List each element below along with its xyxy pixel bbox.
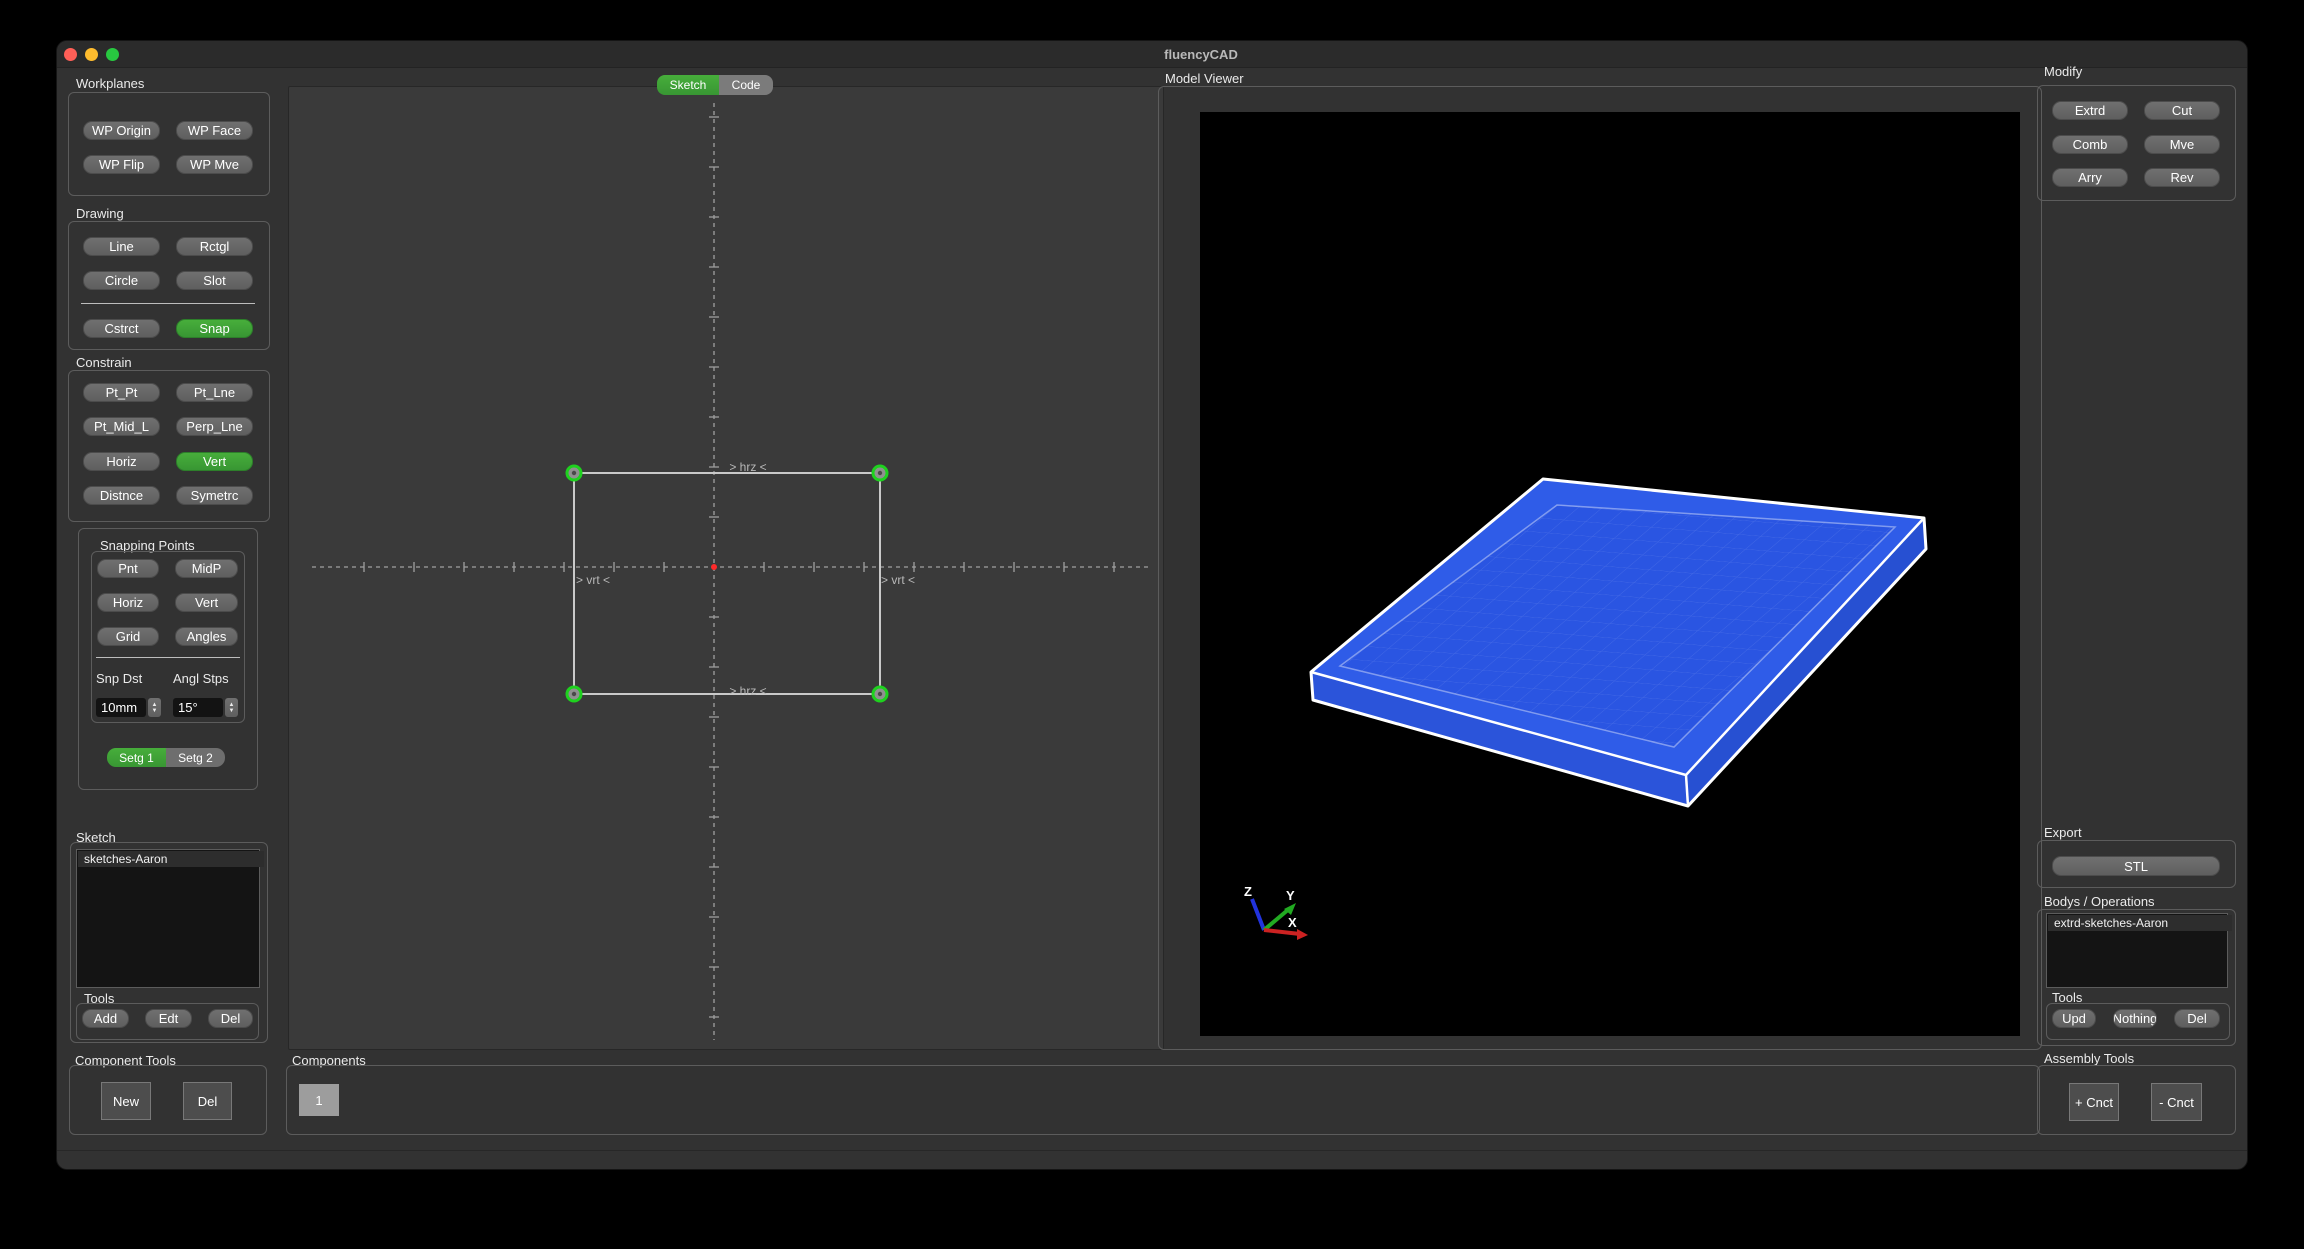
component-tools-group — [69, 1065, 267, 1135]
components-group — [286, 1065, 2040, 1135]
wp-face-button[interactable]: WP Face — [176, 121, 253, 140]
vrt-constraint-label-right: > vrt < — [868, 573, 928, 587]
bottom-divider — [57, 1150, 2247, 1151]
y-axis-label: Y — [1286, 888, 1295, 903]
drawing-label: Drawing — [76, 206, 124, 221]
close-icon[interactable] — [64, 48, 77, 61]
sketch-del-button[interactable]: Del — [208, 1009, 253, 1028]
sketch-edt-button[interactable]: Edt — [145, 1009, 192, 1028]
tab-sketch[interactable]: Sketch — [657, 75, 719, 95]
sketch-canvas[interactable] — [288, 86, 1164, 1050]
mve-button[interactable]: Mve — [2144, 135, 2220, 154]
snapping-divider — [96, 657, 240, 658]
horiz-constrain-button[interactable]: Horiz — [83, 452, 160, 471]
rev-button[interactable]: Rev — [2144, 168, 2220, 187]
sketch-add-button[interactable]: Add — [82, 1009, 129, 1028]
vertex-handle[interactable] — [873, 466, 887, 480]
nothing-button[interactable]: Nothing — [2113, 1009, 2157, 1028]
bodys-del-button[interactable]: Del — [2174, 1009, 2220, 1028]
angle-steps-input[interactable]: 15° — [173, 698, 223, 717]
arry-button[interactable]: Arry — [2052, 168, 2128, 187]
midp-snap-button[interactable]: MidP — [175, 559, 238, 578]
workplanes-group — [68, 92, 270, 196]
snap-distance-stepper[interactable]: ▲▼ — [148, 698, 161, 717]
stepper-down-icon[interactable]: ▼ — [152, 708, 158, 714]
stl-export-button[interactable]: STL — [2052, 856, 2220, 876]
setg2-tab[interactable]: Setg 2 — [166, 748, 225, 767]
export-label: Export — [2044, 825, 2082, 840]
distnce-button[interactable]: Distnce — [83, 486, 160, 505]
extruded-body[interactable] — [1311, 479, 1926, 806]
snap-distance-input[interactable]: 10mm — [96, 698, 146, 717]
add-cnct-button[interactable]: + Cnct — [2069, 1083, 2119, 1121]
vertex-handle[interactable] — [873, 687, 887, 701]
model-canvas[interactable]: Z Y X — [1200, 112, 2020, 1036]
comb-button[interactable]: Comb — [2052, 135, 2128, 154]
upd-button[interactable]: Upd — [2052, 1009, 2096, 1028]
assembly-group — [2037, 1065, 2236, 1135]
assembly-tools-label: Assembly Tools — [2044, 1051, 2134, 1066]
cstrct-button[interactable]: Cstrct — [83, 319, 160, 338]
pt-lne-button[interactable]: Pt_Lne — [176, 383, 253, 402]
z-axis-label: Z — [1244, 884, 1252, 899]
workplanes-label: Workplanes — [76, 76, 144, 91]
extrd-button[interactable]: Extrd — [2052, 101, 2128, 120]
constrain-label: Constrain — [76, 355, 132, 370]
sketch-list[interactable]: sketches-Aaron — [76, 849, 260, 988]
vertex-handle[interactable] — [567, 687, 581, 701]
line-button[interactable]: Line — [83, 237, 160, 256]
vrt-constraint-label-left: > vrt < — [563, 573, 623, 587]
component-del-button[interactable]: Del — [183, 1082, 232, 1120]
bodys-list-item[interactable]: extrd-sketches-Aaron — [2048, 915, 2232, 931]
orientation-triad: Z Y X — [1244, 884, 1308, 940]
stepper-down-icon[interactable]: ▼ — [229, 708, 235, 714]
perp-lne-button[interactable]: Perp_Lne — [176, 417, 253, 436]
component-1-button[interactable]: 1 — [299, 1084, 339, 1116]
wp-mve-button[interactable]: WP Mve — [176, 155, 253, 174]
wp-origin-button[interactable]: WP Origin — [83, 121, 160, 140]
hrz-constraint-label-top: > hrz < — [718, 460, 778, 474]
setg1-tab[interactable]: Setg 1 — [107, 748, 166, 767]
window-title: fluencyCAD — [1141, 47, 1261, 62]
angl-stps-label: Angl Stps — [173, 671, 229, 686]
drawing-divider — [81, 303, 255, 304]
model-viewer-label: Model Viewer — [1165, 71, 1244, 86]
horiz-snap-button[interactable]: Horiz — [97, 593, 159, 612]
rctgl-button[interactable]: Rctgl — [176, 237, 253, 256]
y-axis-icon — [1264, 909, 1289, 930]
snp-dst-label: Snp Dst — [96, 671, 142, 686]
remove-cnct-button[interactable]: - Cnct — [2151, 1083, 2202, 1121]
hrz-constraint-label-bottom: > hrz < — [718, 684, 778, 698]
slot-button[interactable]: Slot — [176, 271, 253, 290]
modify-label: Modify — [2044, 64, 2082, 79]
origin-point — [711, 564, 717, 570]
tab-code[interactable]: Code — [719, 75, 773, 95]
z-axis-icon — [1252, 899, 1264, 930]
zoom-icon[interactable] — [106, 48, 119, 61]
vert-snap-button[interactable]: Vert — [175, 593, 238, 612]
vert-constrain-button[interactable]: Vert — [176, 452, 253, 471]
symetrc-button[interactable]: Symetrc — [176, 486, 253, 505]
pt-mid-l-button[interactable]: Pt_Mid_L — [83, 417, 160, 436]
angle-steps-stepper[interactable]: ▲▼ — [225, 698, 238, 717]
pt-pt-button[interactable]: Pt_Pt — [83, 383, 160, 402]
pnt-snap-button[interactable]: Pnt — [97, 559, 159, 578]
cut-button[interactable]: Cut — [2144, 101, 2220, 120]
bodys-list[interactable]: extrd-sketches-Aaron — [2046, 913, 2228, 988]
screen: fluencyCAD Workplanes WP Origin WP Face … — [0, 0, 2304, 1249]
circle-button[interactable]: Circle — [83, 271, 160, 290]
sketch-list-item[interactable]: sketches-Aaron — [78, 851, 264, 867]
x-axis-icon — [1264, 930, 1300, 934]
minimize-icon[interactable] — [85, 48, 98, 61]
vertex-handle[interactable] — [567, 466, 581, 480]
angles-snap-button[interactable]: Angles — [175, 627, 238, 646]
wp-flip-button[interactable]: WP Flip — [83, 155, 160, 174]
snap-button[interactable]: Snap — [176, 319, 253, 338]
bodys-operations-label: Bodys / Operations — [2044, 894, 2155, 909]
x-axis-label: X — [1288, 915, 1297, 930]
grid-snap-button[interactable]: Grid — [97, 627, 159, 646]
component-new-button[interactable]: New — [101, 1082, 151, 1120]
